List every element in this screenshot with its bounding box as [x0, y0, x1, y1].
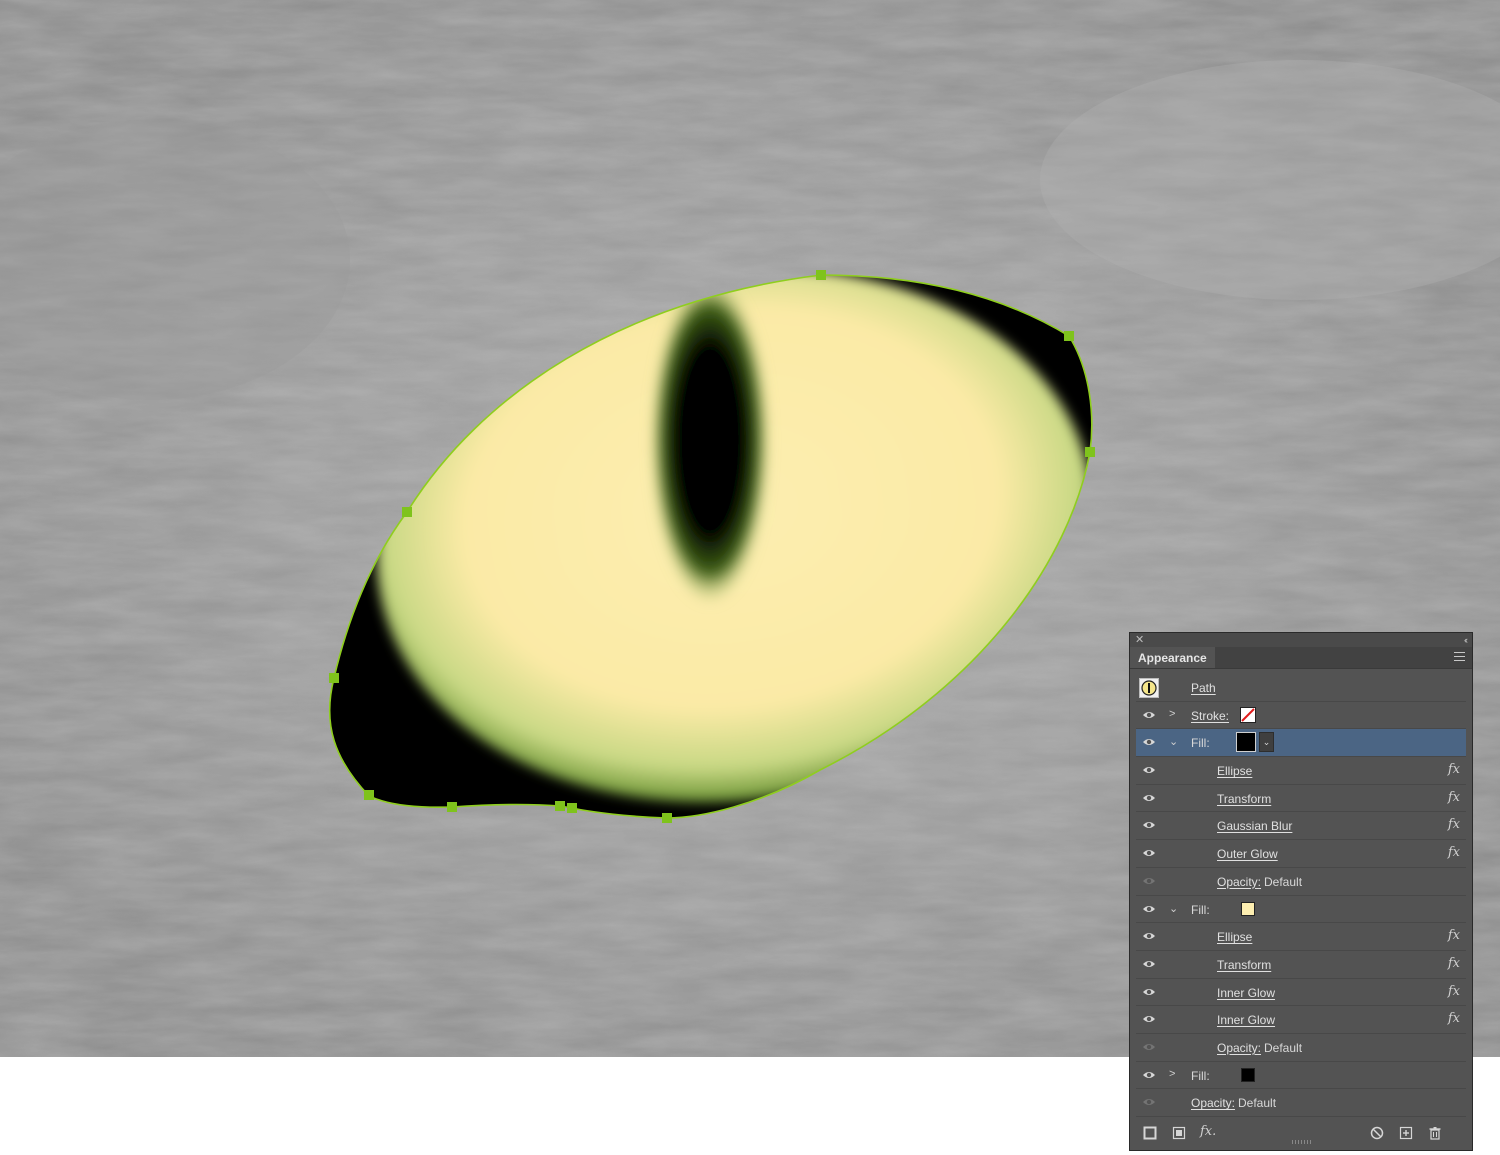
- effect-label[interactable]: Inner Glow: [1217, 1013, 1275, 1027]
- opacity-label[interactable]: Opacity:: [1191, 1096, 1235, 1110]
- opacity-row[interactable]: Opacity: Default: [1136, 868, 1466, 896]
- opacity-value: Default: [1238, 1096, 1277, 1111]
- effect-label[interactable]: Transform: [1217, 792, 1271, 806]
- anchor-point: [402, 507, 412, 517]
- stroke-label[interactable]: Stroke:: [1191, 709, 1229, 723]
- effect-row[interactable]: Ellipse fx: [1136, 923, 1466, 951]
- fill-color-swatch[interactable]: [1241, 901, 1255, 916]
- effect-label[interactable]: Transform: [1217, 958, 1271, 972]
- add-new-stroke-icon[interactable]: [1143, 1126, 1157, 1140]
- effect-row[interactable]: Inner Glow fx: [1136, 979, 1466, 1007]
- clear-appearance-icon[interactable]: [1370, 1126, 1384, 1140]
- effect-label[interactable]: Gaussian Blur: [1217, 819, 1292, 833]
- fill-color-swatch[interactable]: [1236, 732, 1256, 753]
- effect-row[interactable]: Transform fx: [1136, 951, 1466, 979]
- fx-icon[interactable]: fx: [1448, 845, 1460, 860]
- chevron-right-icon[interactable]: >: [1169, 708, 1179, 720]
- fx-icon[interactable]: fx: [1448, 790, 1460, 805]
- fx-icon[interactable]: fx: [1448, 928, 1460, 943]
- eye-icon[interactable]: [1142, 765, 1156, 775]
- eye-icon[interactable]: [1142, 848, 1156, 858]
- anchor-point: [816, 270, 826, 280]
- path-thumbnail-icon: [1139, 678, 1159, 698]
- eye-icon[interactable]: [1142, 820, 1156, 830]
- panel-bottom-toolbar: fx.: [1130, 1123, 1472, 1145]
- panel-titlebar: ✕ ‹‹: [1130, 633, 1472, 647]
- tab-appearance[interactable]: Appearance: [1130, 647, 1215, 668]
- opacity-label[interactable]: Opacity:: [1217, 875, 1261, 889]
- delete-item-icon[interactable]: [1428, 1126, 1442, 1140]
- appearance-list: Path > Stroke: ⌄ Fill: ⌄ Ellipse fx Transform…: [1136, 674, 1466, 1117]
- eye-icon[interactable]: [1142, 710, 1156, 720]
- eye-icon[interactable]: [1142, 1097, 1156, 1107]
- stroke-row[interactable]: > Stroke:: [1136, 702, 1466, 730]
- anchor-point: [364, 790, 374, 800]
- effect-row[interactable]: Inner Glow fx: [1136, 1006, 1466, 1034]
- duplicate-item-icon[interactable]: [1399, 1126, 1413, 1140]
- stroke-none-swatch[interactable]: [1240, 706, 1256, 723]
- effect-label[interactable]: Inner Glow: [1217, 986, 1275, 1000]
- fx-icon[interactable]: fx: [1448, 984, 1460, 999]
- effect-row[interactable]: Gaussian Blur fx: [1136, 812, 1466, 841]
- path-row[interactable]: Path: [1136, 674, 1466, 702]
- anchor-point: [555, 801, 565, 811]
- chevron-down-icon[interactable]: ⌄: [1169, 735, 1179, 748]
- fx-icon[interactable]: fx: [1448, 1011, 1460, 1026]
- anchor-point: [329, 673, 339, 683]
- effect-label[interactable]: Ellipse: [1217, 930, 1252, 944]
- effect-row[interactable]: Ellipse fx: [1136, 757, 1466, 785]
- eye-icon[interactable]: [1142, 931, 1156, 941]
- anchor-point: [1064, 331, 1074, 341]
- chevron-right-icon[interactable]: >: [1169, 1068, 1179, 1080]
- fill-label: Fill:: [1191, 902, 1210, 917]
- appearance-panel: ✕ ‹‹ Appearance Path > Stroke: ⌄ Fill: ⌄ El…: [1129, 632, 1473, 1151]
- opacity-value: Default: [1264, 874, 1303, 889]
- opacity-label[interactable]: Opacity:: [1217, 1041, 1261, 1055]
- eye-icon[interactable]: [1142, 987, 1156, 997]
- fx-icon[interactable]: fx: [1448, 762, 1460, 777]
- path-label[interactable]: Path: [1191, 681, 1216, 695]
- eye-icon[interactable]: [1142, 1014, 1156, 1024]
- fx-icon[interactable]: fx: [1448, 956, 1460, 971]
- fx-icon[interactable]: fx: [1448, 817, 1460, 832]
- eye-icon[interactable]: [1142, 1070, 1156, 1080]
- effect-label[interactable]: Outer Glow: [1217, 847, 1278, 861]
- opacity-row[interactable]: Opacity: Default: [1136, 1034, 1466, 1062]
- eye-icon[interactable]: [1142, 1042, 1156, 1052]
- panel-resize-grip[interactable]: [1292, 1140, 1312, 1144]
- eye-icon[interactable]: [1142, 737, 1156, 747]
- fill-swatch-dropdown[interactable]: ⌄: [1259, 732, 1274, 753]
- add-effect-icon[interactable]: fx.: [1200, 1124, 1216, 1139]
- effect-label[interactable]: Ellipse: [1217, 764, 1252, 778]
- eye-icon[interactable]: [1142, 876, 1156, 886]
- anchor-point: [447, 802, 457, 812]
- chevron-down-icon[interactable]: ⌄: [1169, 902, 1179, 915]
- fill-label: Fill:: [1191, 736, 1210, 751]
- fill-row[interactable]: ⌄ Fill:: [1136, 896, 1466, 924]
- eye-icon[interactable]: [1142, 793, 1156, 803]
- eye-icon[interactable]: [1142, 959, 1156, 969]
- fill-row[interactable]: ⌄ Fill: ⌄: [1136, 729, 1466, 758]
- fill-label: Fill:: [1191, 1068, 1210, 1083]
- anchor-point: [1085, 447, 1095, 457]
- close-icon[interactable]: ✕: [1135, 633, 1144, 647]
- fill-row[interactable]: > Fill:: [1136, 1062, 1466, 1090]
- fill-color-swatch[interactable]: [1241, 1067, 1255, 1082]
- add-new-fill-icon[interactable]: [1172, 1126, 1186, 1140]
- effect-row[interactable]: Transform fx: [1136, 785, 1466, 813]
- panel-menu-icon[interactable]: [1454, 652, 1465, 662]
- panel-tab-row: Appearance: [1130, 647, 1472, 669]
- opacity-row[interactable]: Opacity: Default: [1136, 1089, 1466, 1117]
- collapse-panel-icon[interactable]: ‹‹: [1464, 633, 1468, 647]
- effect-row[interactable]: Outer Glow fx: [1136, 840, 1466, 868]
- eye-icon[interactable]: [1142, 904, 1156, 914]
- opacity-value: Default: [1264, 1040, 1303, 1055]
- anchor-point: [662, 813, 672, 823]
- anchor-point: [567, 803, 577, 813]
